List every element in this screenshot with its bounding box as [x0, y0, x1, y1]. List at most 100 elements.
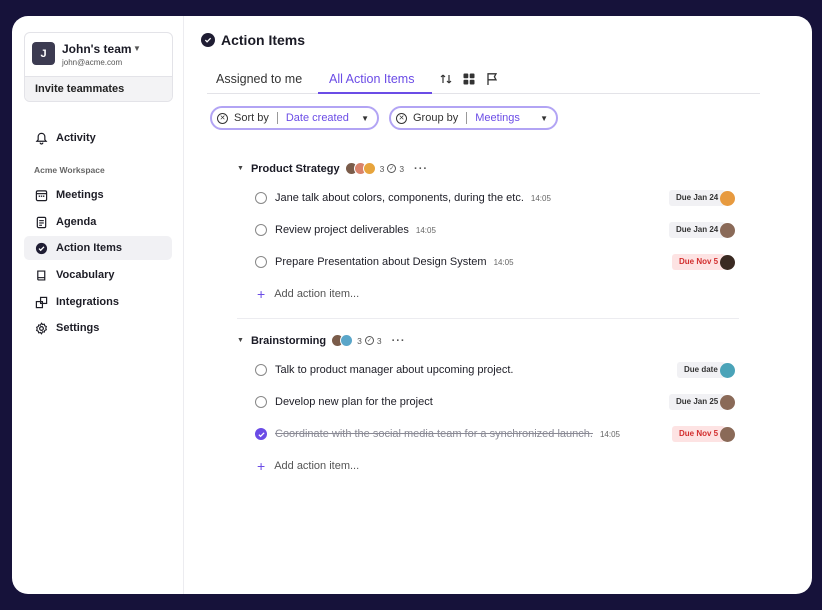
action-item-row[interactable]: Talk to product manager about upcoming p… — [255, 360, 735, 380]
document-icon — [34, 215, 48, 229]
item-time: 14:05 — [530, 193, 551, 203]
group-meta: 3 ✓ 3 — [380, 164, 404, 174]
add-action-item-label: Add action item... — [274, 460, 360, 472]
tab-bar: Assigned to me All Action Items — [207, 66, 760, 94]
page-title: Action Items — [221, 32, 306, 48]
group-by-label: Group by — [413, 112, 459, 124]
check-icon: ✓ — [364, 336, 374, 345]
sidebar-item-integrations[interactable]: Integrations — [24, 290, 172, 314]
group-title: Product Strategy — [250, 162, 340, 175]
assignee-avatar[interactable] — [720, 191, 735, 206]
collapse-caret-icon[interactable]: ▼ — [237, 337, 244, 344]
plus-icon: + — [257, 286, 266, 302]
item-text: Coordinate with the social media team fo… — [275, 428, 593, 440]
assignee-avatar[interactable] — [720, 427, 735, 442]
separator — [466, 112, 468, 124]
caret-down-icon[interactable]: ▼ — [133, 44, 141, 53]
item-text: Prepare Presentation about Design System — [275, 256, 487, 268]
more-options-icon[interactable]: ··· — [392, 335, 406, 347]
sidebar-item-label: Integrations — [56, 296, 119, 308]
dropdown-arrow-icon[interactable]: ▼ — [540, 114, 548, 123]
gear-icon — [34, 321, 48, 335]
due-date-badge[interactable]: Due date — [677, 362, 725, 378]
add-action-item-button[interactable]: + Add action item... — [257, 458, 359, 474]
plus-icon: + — [257, 458, 266, 474]
separator — [276, 112, 278, 124]
calendar-icon — [34, 188, 48, 202]
active-tab-indicator — [318, 92, 432, 94]
item-text: Talk to product manager about upcoming p… — [275, 364, 514, 376]
bell-icon — [34, 131, 48, 145]
item-checkbox-checked[interactable] — [255, 428, 267, 440]
sidebar-item-label: Vocabulary — [56, 269, 115, 281]
add-action-item-label: Add action item... — [274, 288, 360, 300]
item-checkbox[interactable] — [255, 256, 267, 268]
team-switcher[interactable]: J John's team ▼ john@acme.com Invite tea… — [24, 32, 173, 102]
team-header[interactable]: J John's team ▼ john@acme.com — [25, 33, 172, 76]
due-date-badge[interactable]: Due Jan 24 — [669, 190, 726, 206]
app-window: J John's team ▼ john@acme.com Invite tea… — [12, 16, 812, 594]
tab-assigned-to-me[interactable]: Assigned to me — [216, 72, 302, 86]
group-by-value: Meetings — [475, 112, 520, 124]
sort-by-value: Date created — [285, 112, 349, 124]
sort-arrows-icon[interactable] — [439, 72, 453, 86]
item-count: 3 — [357, 335, 362, 346]
clear-icon[interactable]: ✕ — [217, 112, 228, 124]
group-header-brainstorming[interactable]: ▼ Brainstorming 3 ✓ 3 ··· — [237, 334, 406, 347]
group-by-filter[interactable]: ✕ Group by Meetings ▼ — [389, 106, 558, 130]
clear-icon[interactable]: ✕ — [396, 112, 407, 124]
sort-by-filter[interactable]: ✕ Sort by Date created ▼ — [210, 106, 379, 130]
done-count: 3 — [399, 163, 405, 174]
sidebar-item-action-items[interactable]: Action Items — [24, 236, 172, 260]
add-action-item-button[interactable]: + Add action item... — [257, 286, 359, 302]
done-count: 3 — [376, 335, 382, 346]
sidebar-item-label: Meetings — [56, 189, 104, 201]
sidebar-item-vocabulary[interactable]: Vocabulary — [24, 263, 172, 287]
due-date-badge[interactable]: Due Nov 5 — [672, 254, 726, 270]
grid-view-icon[interactable] — [462, 72, 476, 86]
action-item-row[interactable]: Develop new plan for the project — [255, 392, 735, 412]
group-divider — [237, 318, 739, 319]
invite-teammates-button[interactable]: Invite teammates — [25, 76, 172, 101]
item-text: Develop new plan for the project — [275, 396, 433, 408]
assignee-avatar[interactable] — [720, 223, 735, 238]
action-item-row[interactable]: Jane talk about colors, components, duri… — [255, 188, 735, 208]
tab-all-action-items[interactable]: All Action Items — [329, 72, 414, 86]
action-item-row[interactable]: Coordinate with the social media team fo… — [255, 424, 735, 444]
page-header: Action Items — [201, 32, 305, 48]
sidebar-item-activity[interactable]: Activity — [24, 126, 172, 150]
action-item-row[interactable]: Review project deliverables 14:05 — [255, 220, 735, 240]
sidebar-item-label: Activity — [56, 132, 96, 144]
item-text: Jane talk about colors, components, duri… — [275, 192, 524, 204]
book-icon — [34, 268, 48, 282]
item-text: Review project deliverables — [275, 224, 409, 236]
item-checkbox[interactable] — [255, 396, 267, 408]
collapse-caret-icon[interactable]: ▼ — [237, 165, 244, 172]
sidebar-item-settings[interactable]: Settings — [24, 316, 172, 340]
item-time: 14:05 — [493, 257, 514, 267]
due-date-badge[interactable]: Due Nov 5 — [672, 426, 726, 442]
dropdown-arrow-icon[interactable]: ▼ — [361, 114, 369, 123]
sidebar-item-meetings[interactable]: Meetings — [24, 183, 172, 207]
sidebar: J John's team ▼ john@acme.com Invite tea… — [12, 16, 184, 594]
due-date-badge[interactable]: Due Jan 25 — [669, 394, 726, 410]
item-time: 14:05 — [415, 225, 436, 235]
due-date-badge[interactable]: Due Jan 24 — [669, 222, 726, 238]
flag-icon[interactable] — [485, 72, 499, 86]
action-item-row[interactable]: Prepare Presentation about Design System… — [255, 252, 735, 272]
group-header-product-strategy[interactable]: ▼ Product Strategy 3 ✓ 3 ··· — [237, 162, 428, 175]
check-circle-icon — [34, 241, 48, 255]
group-meta: 3 ✓ 3 — [357, 336, 381, 346]
assignee-avatar[interactable] — [720, 255, 735, 270]
team-name: John's team — [62, 42, 132, 56]
sidebar-item-agenda[interactable]: Agenda — [24, 210, 172, 234]
item-checkbox[interactable] — [255, 364, 267, 376]
item-checkbox[interactable] — [255, 192, 267, 204]
puzzle-icon — [34, 295, 48, 309]
avatar — [340, 334, 354, 347]
sidebar-item-label: Settings — [56, 322, 100, 334]
more-options-icon[interactable]: ··· — [414, 163, 428, 175]
assignee-avatar[interactable] — [720, 363, 735, 378]
assignee-avatar[interactable] — [720, 395, 735, 410]
item-checkbox[interactable] — [255, 224, 267, 236]
